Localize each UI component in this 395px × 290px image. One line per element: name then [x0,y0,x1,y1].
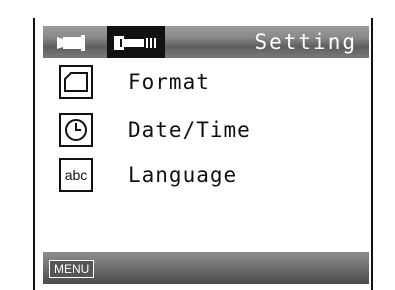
tab-setup[interactable] [107,26,165,58]
menu-item-format[interactable]: Format [59,64,210,100]
menu-button[interactable]: MENU [49,260,95,278]
bottom-bar: MENU [43,252,369,284]
page-title: Setting [254,30,357,54]
language-icon: abc [59,158,93,192]
clock-icon [59,113,93,147]
wrench-icon [114,36,156,50]
menu-item-language[interactable]: abc Language [59,157,237,193]
camera-screen: Setting Format Date/Time abc Language ME… [33,18,373,290]
menu-item-label: Date/Time [128,118,251,142]
tab-video[interactable] [53,26,95,58]
menu-item-label: Format [128,70,210,94]
video-camera-icon [57,35,85,51]
language-icon-text: abc [64,167,88,183]
sd-card-icon [59,65,93,99]
menu-item-date-time[interactable]: Date/Time [59,112,251,148]
menu-item-label: Language [128,163,238,187]
top-bar: Setting [43,26,369,58]
